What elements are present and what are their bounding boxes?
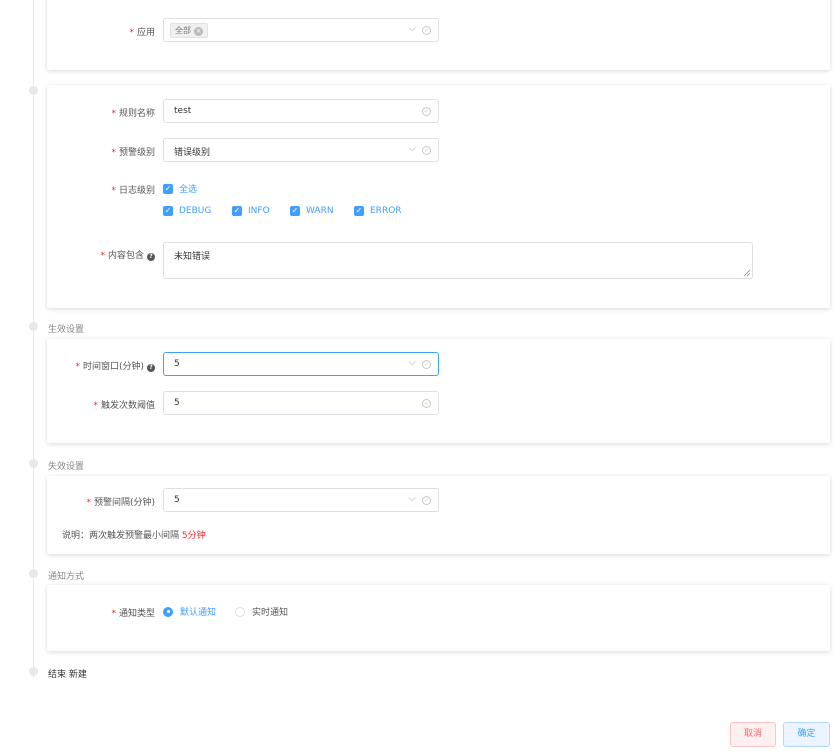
question-icon[interactable]: ?: [147, 364, 155, 372]
log-level-label: * 日志级别: [111, 186, 155, 196]
notify-card: [47, 585, 830, 651]
chevron-down-icon: ⌵: [408, 143, 416, 154]
resize-grip-icon[interactable]: [743, 269, 751, 277]
content-textarea[interactable]: 未知错误: [163, 242, 753, 279]
check-circle-icon: ✓: [422, 107, 431, 116]
app-tag: 全部 ×: [170, 23, 208, 38]
checkbox-checked-icon: ✓: [354, 206, 364, 216]
rule-name-value: test: [174, 106, 192, 116]
rule-name-label: * 规则名称: [111, 109, 155, 119]
section-title-notify: 通知方式: [48, 572, 85, 582]
content-value: 未知错误: [174, 252, 211, 262]
end-label: 结束 新建: [48, 670, 87, 680]
radio-checked-icon: [163, 606, 173, 617]
notify-type-label: * 通知类型: [111, 609, 155, 619]
alert-interval-select[interactable]: 5 ⌵ ✓: [163, 488, 439, 512]
interval-note: 说明：两次触发预警最小间隔 5分钟: [62, 531, 206, 541]
alert-interval-value: 5: [174, 495, 180, 505]
checkbox-select-all[interactable]: ✓ 全选: [163, 182, 197, 195]
alert-level-label: * 预警级别: [111, 148, 155, 158]
radio-default-notify[interactable]: 默认通知: [163, 605, 216, 618]
ok-button[interactable]: 确定: [783, 722, 830, 747]
interval-note-highlight: 5分钟: [181, 531, 206, 541]
app-label: * 应用: [129, 28, 155, 38]
checkbox-checked-icon: ✓: [163, 206, 173, 216]
tag-close-icon[interactable]: ×: [194, 27, 203, 36]
cancel-button[interactable]: 取消: [730, 722, 776, 747]
chevron-down-icon: ⌵: [408, 357, 416, 368]
time-window-value: 5: [174, 359, 180, 369]
timeline-dot: [29, 459, 38, 468]
threshold-input[interactable]: 5 ✓: [163, 391, 439, 415]
chevron-down-icon: ⌵: [408, 493, 416, 504]
check-circle-icon: ✓: [422, 360, 431, 369]
question-icon[interactable]: ?: [147, 253, 155, 261]
threshold-label: * 触发次数阈值: [93, 401, 155, 411]
section-title-effective: 生效设置: [48, 325, 85, 335]
radio-realtime-notify[interactable]: 实时通知: [235, 605, 288, 618]
checkbox-warn[interactable]: ✓ WARN: [290, 206, 334, 216]
time-window-label: * 时间窗口(分钟)?: [75, 359, 155, 372]
rule-name-input[interactable]: test ✓: [163, 99, 439, 123]
app-select[interactable]: 全部 × ⌵ ✓: [163, 18, 439, 42]
section-title-invalid: 失效设置: [48, 462, 85, 472]
threshold-value: 5: [174, 398, 180, 408]
checkbox-checked-icon: ✓: [163, 183, 173, 194]
alert-level-value: 错误级别: [174, 148, 211, 158]
checkbox-info[interactable]: ✓ INFO: [232, 206, 270, 216]
timeline-dot: [29, 667, 38, 676]
checkbox-error[interactable]: ✓ ERROR: [354, 206, 402, 216]
time-window-select[interactable]: 5 ⌵ ✓: [163, 352, 439, 376]
checkbox-checked-icon: ✓: [232, 206, 242, 216]
timeline-dot: [29, 86, 38, 95]
check-circle-icon: ✓: [422, 399, 431, 408]
chevron-down-icon: ⌵: [408, 23, 416, 34]
radio-unchecked-icon: [235, 606, 245, 617]
check-circle-icon: ✓: [422, 146, 431, 155]
check-circle-icon: ✓: [422, 26, 431, 35]
alert-level-select[interactable]: 错误级别 ⌵ ✓: [163, 138, 439, 162]
content-label: * 内容包含?: [100, 248, 155, 261]
checkbox-debug[interactable]: ✓ DEBUG: [163, 206, 211, 216]
check-circle-icon: ✓: [422, 496, 431, 505]
timeline-dot: [29, 569, 38, 578]
alert-interval-label: * 预警间隔(分钟): [86, 498, 155, 508]
timeline-dot: [29, 322, 38, 331]
checkbox-checked-icon: ✓: [290, 206, 300, 216]
